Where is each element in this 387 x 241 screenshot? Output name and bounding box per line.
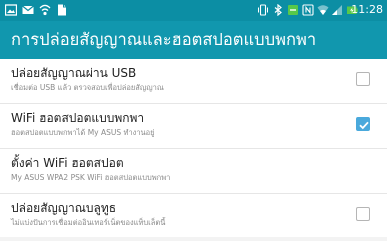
- checkmark-icon: [359, 121, 369, 130]
- usb-tethering-summary: เชื่อมต่อ USB แล้ว ตรวจสอบเพื่อปล่อยสัญญ…: [11, 83, 164, 92]
- usb-tethering-checkbox[interactable]: [356, 72, 370, 86]
- bluetooth-tethering-item[interactable]: ปล่อยสัญญาณบลูทูธ ไม่แบ่งปันการเชื่อมต่อ…: [0, 194, 387, 239]
- bluetooth-tethering-summary: ไม่แบ่งปันการเชื่อมต่ออินเทอร์เน็ตของแท็…: [11, 218, 166, 227]
- settings-list: ปล่อยสัญญาณผ่าน USB เชื่อมต่อ USB แล้ว ต…: [0, 59, 387, 239]
- email-icon: [22, 4, 34, 16]
- setup-wifi-hotspot-title: ตั้งค่า WiFi ฮอตสปอต: [11, 156, 124, 170]
- gallery-icon: [5, 4, 17, 16]
- file-icon: [56, 4, 68, 16]
- portable-wifi-hotspot-title: WiFi ฮอตสปอตแบบพกพา: [11, 111, 145, 125]
- nfc-icon: [302, 4, 314, 16]
- portable-wifi-hotspot-checkbox[interactable]: [356, 117, 370, 131]
- setup-wifi-hotspot-summary: My ASUS WPA2 PSK WiFi ฮอตสปอตแบบพกพา: [11, 173, 171, 182]
- bluetooth-icon: [272, 4, 284, 16]
- bluetooth-tethering-title: ปล่อยสัญญาณบลูทูธ: [11, 201, 117, 215]
- wifi-signal-icon: [317, 4, 329, 16]
- battery-saver-icon: [287, 4, 299, 16]
- cell-signal-icon: [331, 4, 343, 16]
- setup-wifi-hotspot-item[interactable]: ตั้งค่า WiFi ฮอตสปอต My ASUS WPA2 PSK Wi…: [0, 149, 387, 194]
- usb-tethering-title: ปล่อยสัญญาณผ่าน USB: [11, 66, 137, 80]
- bottom-divider: [0, 237, 387, 241]
- page-title: การปล่อยสัญญาณและฮอตสปอตแบบพกพา: [11, 30, 317, 49]
- action-bar: การปล่อยสัญญาณและฮอตสปอตแบบพกพา: [0, 21, 387, 59]
- portable-wifi-hotspot-summary: ฮอตสปอตแบบพกพาได้ My ASUS ทำงานอยู่: [11, 128, 155, 137]
- wifi-hotspot-icon: [39, 4, 51, 16]
- portable-wifi-hotspot-item[interactable]: WiFi ฮอตสปอตแบบพกพา ฮอตสปอตแบบพกพาได้ My…: [0, 104, 387, 149]
- usb-tethering-item[interactable]: ปล่อยสัญญาณผ่าน USB เชื่อมต่อ USB แล้ว ต…: [0, 59, 387, 104]
- status-bar: 11:28: [0, 0, 387, 21]
- vibrate-icon: [257, 4, 269, 16]
- bluetooth-tethering-checkbox[interactable]: [356, 207, 370, 221]
- clock-time: 11:28: [351, 3, 383, 16]
